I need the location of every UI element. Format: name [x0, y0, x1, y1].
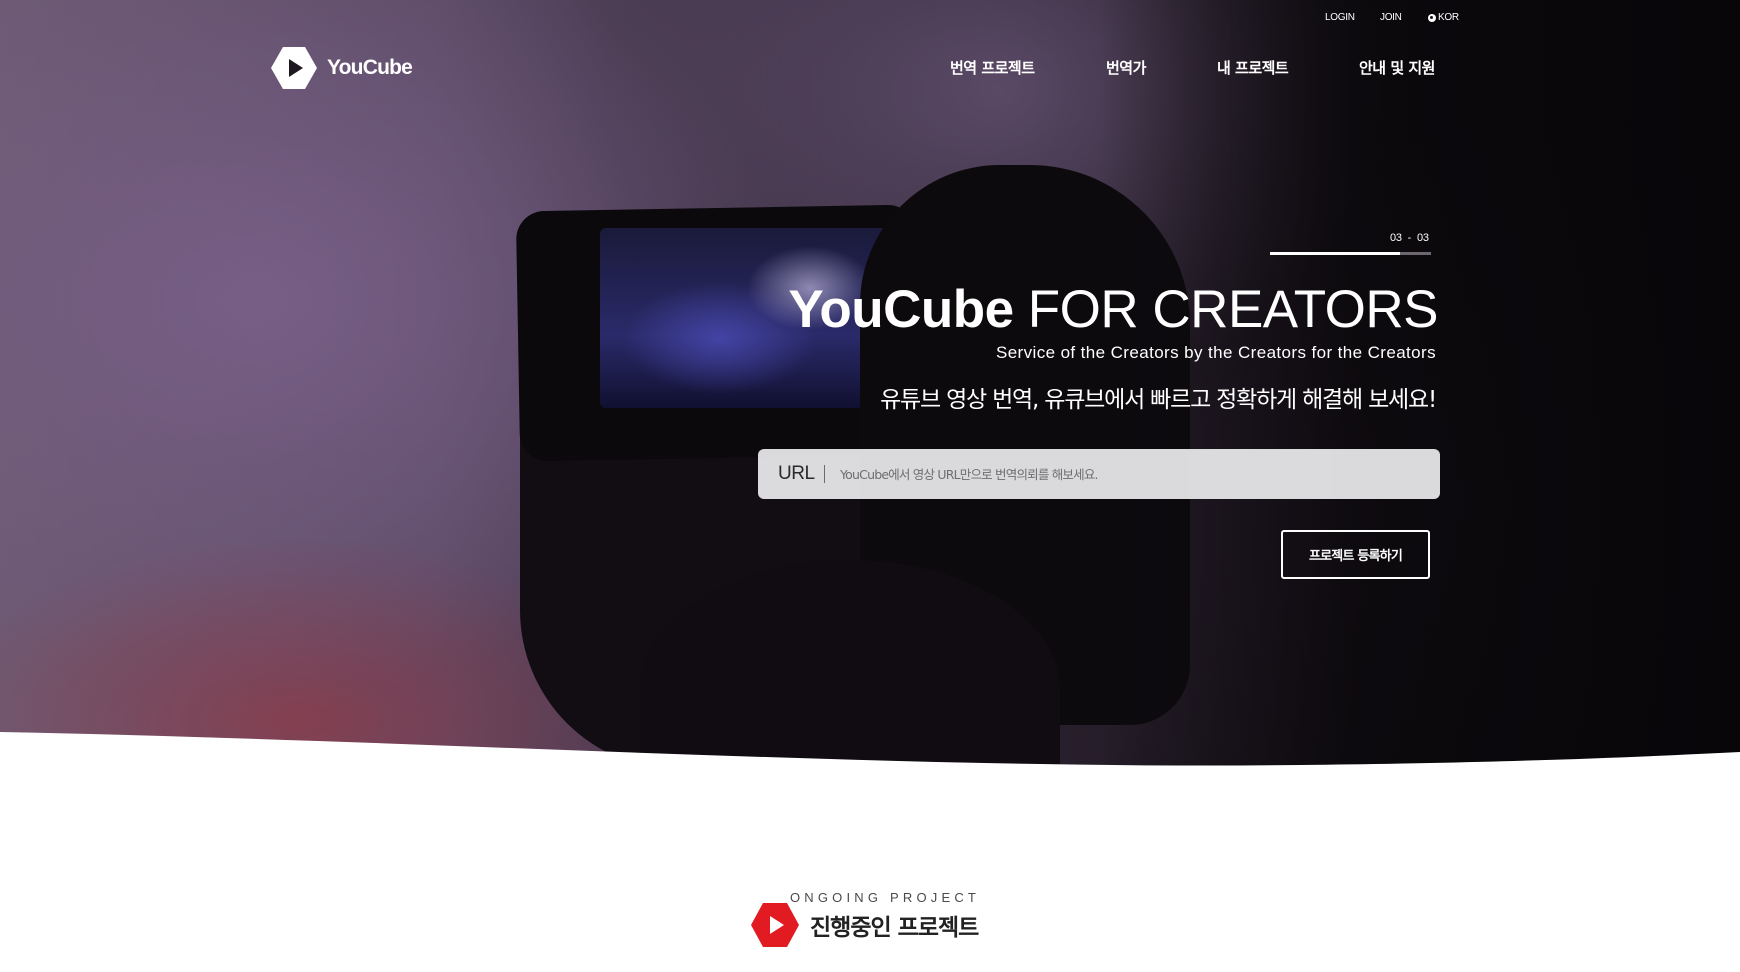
hero-korean-tagline: 유튜브 영상 번역, 유큐브에서 빠르고 정확하게 해결해 보세요! [880, 387, 1437, 413]
ongoing-heading: 진행중인 프로젝트 [750, 902, 979, 948]
nav-item-help-support[interactable]: 안내 및 지원 [1359, 57, 1435, 78]
ongoing-title: 진행중인 프로젝트 [810, 915, 979, 941]
hero-banner [0, 0, 1740, 775]
url-divider [824, 465, 825, 483]
url-input[interactable] [840, 454, 1440, 494]
slide-progress-fill [1270, 252, 1401, 255]
hero-title-rest: FOR CREATORS [1013, 280, 1439, 339]
hero-title-brand: YouCube [788, 280, 1014, 339]
slide-counter: 03-03 [1390, 232, 1429, 244]
hero-subtitle: Service of the Creators by the Creators … [995, 343, 1436, 362]
hero-title: YouCube FOR CREATORS [788, 276, 1438, 344]
main-nav: 번역 프로젝트 번역가 내 프로젝트 안내 및 지원 [0, 57, 1740, 81]
language-label: KOR [1438, 12, 1459, 23]
url-search-box: URL [758, 449, 1440, 499]
play-hexagon-icon [751, 903, 799, 947]
slide-separator: - [1407, 232, 1412, 244]
register-project-button[interactable]: 프로젝트 등록하기 [1281, 530, 1430, 579]
slide-current: 03 [1390, 232, 1402, 244]
nav-item-my-projects[interactable]: 내 프로젝트 [1217, 57, 1289, 78]
slide-total: 03 [1417, 232, 1429, 244]
hero-wave-divider [0, 732, 1740, 775]
language-selector[interactable]: KOR [1428, 12, 1459, 23]
nav-item-translation-projects[interactable]: 번역 프로젝트 [950, 57, 1035, 78]
globe-icon [1428, 13, 1436, 22]
login-link[interactable]: LOGIN [1325, 12, 1355, 23]
nav-item-translators[interactable]: 번역가 [1106, 57, 1146, 78]
slide-progress-track[interactable] [1270, 252, 1431, 255]
url-label: URL [778, 463, 815, 484]
join-link[interactable]: JOIN [1380, 12, 1402, 23]
